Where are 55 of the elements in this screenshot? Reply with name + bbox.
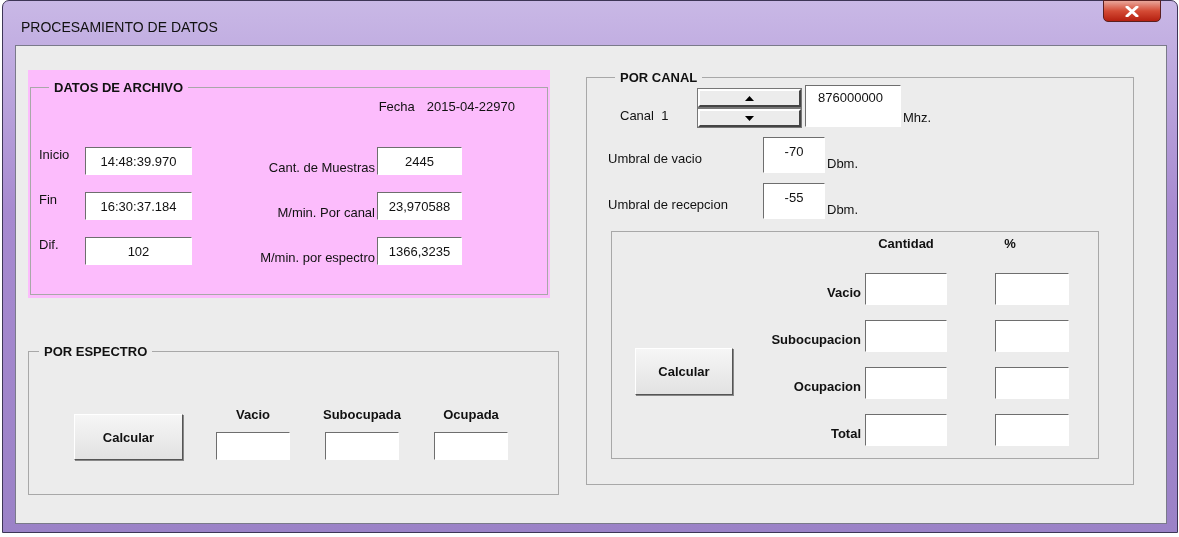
group-title: POR CANAL [619,70,699,85]
group-title: POR ESPECTRO [43,344,149,359]
field-label: Cant. de Muestras [267,160,376,175]
up-arrow-icon [745,95,754,101]
threshold-label: Umbral de recepcion [608,197,729,212]
value-field[interactable]: 1366,3235 [377,237,462,265]
close-icon [1125,5,1139,17]
row-label: Total [829,426,861,441]
field-label: M/min. Por canal [276,205,376,220]
result-field[interactable] [325,432,399,460]
quantity-field[interactable] [865,367,947,399]
window-title: PROCESAMIENTO DE DATOS [21,19,218,35]
field-label: Inicio [39,147,71,162]
unit-label: Mhz. [903,110,932,125]
time-field[interactable]: 102 [85,237,192,265]
percent-field[interactable] [995,414,1069,446]
percent-field[interactable] [995,367,1069,399]
threshold-field[interactable]: -70 [763,137,825,173]
row-label: Ocupacion [792,379,861,394]
close-button[interactable] [1103,0,1161,22]
value-field[interactable]: 2445 [377,147,462,175]
column-header: Subocupada [323,407,401,422]
date-value: 2015-04-22970 [426,99,515,114]
down-arrow-icon [745,115,754,121]
quantity-field[interactable] [865,414,947,446]
calculate-button[interactable]: Calcular [74,414,183,460]
column-header: % [1003,236,1017,251]
unit-label: Dbm. [827,156,859,171]
field-label: Fin [39,192,59,207]
field-label: Dif. [39,237,60,252]
quantity-field[interactable] [865,273,947,305]
row-label: Subocupacion [770,332,861,347]
value-field[interactable]: 23,970588 [377,192,462,220]
threshold-field[interactable]: -55 [763,183,825,219]
time-field[interactable]: 14:48:39.970 [85,147,192,175]
result-field[interactable] [216,432,290,460]
result-field[interactable] [434,432,508,460]
percent-field[interactable] [995,320,1069,352]
column-header: Cantidad [877,236,935,251]
spin-up-button[interactable] [698,89,801,107]
threshold-label: Umbral de vacio [608,151,703,166]
column-header: Vacio [236,407,270,422]
field-label: M/min. por espectro [259,250,376,265]
group-title: DATOS DE ARCHIVO [53,80,185,95]
time-field[interactable]: 16:30:37.184 [85,192,192,220]
date-label: Fecha [378,99,415,114]
unit-label: Dbm. [827,202,859,217]
calculate-button[interactable]: Calcular [635,348,733,395]
channel-label: Canal 1 [619,108,670,123]
frequency-field[interactable]: 876000000 [805,85,901,127]
column-header: Ocupada [443,407,499,422]
row-label: Vacio [826,285,861,300]
spin-down-button[interactable] [698,109,801,127]
percent-field[interactable] [995,273,1069,305]
quantity-field[interactable] [865,320,947,352]
